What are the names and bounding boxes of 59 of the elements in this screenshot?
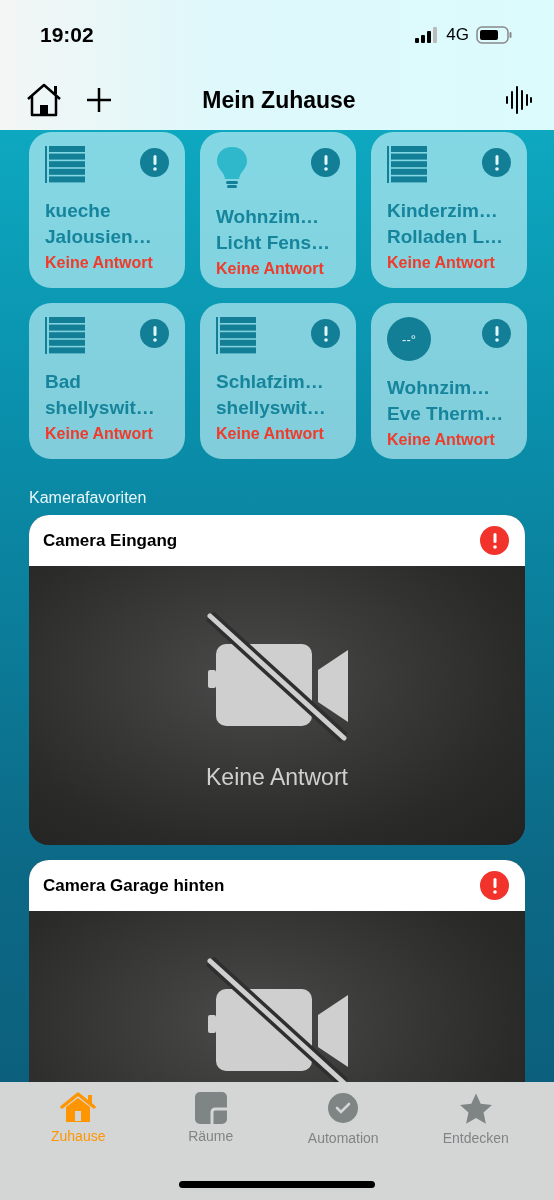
blinds-icon	[387, 146, 427, 184]
accessory-status: Keine Antwort	[387, 430, 496, 450]
accessory-tile[interactable]: Wohnzim… Licht Fens… Keine Antwort	[200, 132, 356, 288]
accessory-name: shellyswit…	[216, 396, 327, 420]
signal-icon	[415, 27, 440, 43]
camera-title: Camera Garage hinten	[43, 875, 225, 896]
exclamation-icon	[491, 532, 498, 549]
home-button[interactable]	[26, 83, 62, 117]
voice-button[interactable]	[506, 85, 532, 115]
tab-item[interactable]: Räume	[150, 1092, 271, 1146]
page-title: Mein Zuhause	[201, 86, 357, 114]
clock-check-icon	[326, 1092, 361, 1126]
section-title: Kamerafavoriten	[29, 489, 148, 507]
accessory-status: Keine Antwort	[387, 253, 496, 273]
accessory-tile[interactable]: kueche Jalousien… Keine Antwort	[29, 132, 185, 288]
accessory-tile[interactable]: --° Wohnzim… Eve Therm… Keine Antwort	[371, 303, 527, 459]
accessory-tile[interactable]: Bad shellyswit… Keine Antwort	[29, 303, 185, 459]
status-time: 19:02	[40, 23, 94, 47]
accessory-name: Eve Therm…	[387, 402, 505, 426]
camera-card[interactable]: Camera Garage hinten	[29, 860, 525, 1082]
exclamation-icon	[493, 325, 500, 342]
exclamation-icon	[322, 325, 329, 342]
accessory-room: Wohnzim…	[387, 376, 492, 400]
camera-status: Keine Antwort	[206, 764, 348, 791]
accessory-tile[interactable]: Kinderzim… Rolladen L… Keine Antwort	[371, 132, 527, 288]
accessory-status: Keine Antwort	[45, 424, 154, 444]
accessory-room: Kinderzim…	[387, 199, 499, 223]
camera-title: Camera Eingang	[43, 530, 178, 551]
network-label: 4G	[446, 25, 469, 45]
rooms-icon	[194, 1092, 227, 1124]
accessory-room: Wohnzim…	[216, 205, 321, 229]
accessory-name: Jalousien…	[45, 225, 153, 249]
tab-item[interactable]: Automation	[283, 1092, 404, 1146]
camera-card[interactable]: Camera Eingang Keine Antwort	[29, 515, 525, 845]
accessory-name: Licht Fens…	[216, 231, 331, 255]
blinds-icon	[216, 317, 256, 355]
tab-item[interactable]: Zuhause	[18, 1092, 139, 1146]
accessory-name: Rolladen L…	[387, 225, 505, 249]
tab-item[interactable]: Entdecken	[415, 1092, 536, 1146]
accessory-status: Keine Antwort	[216, 259, 325, 279]
add-button[interactable]	[86, 87, 112, 113]
battery-icon	[476, 26, 512, 44]
exclamation-icon	[151, 154, 158, 171]
accessory-room: Bad	[45, 370, 82, 394]
accessory-room: kueche	[45, 199, 112, 223]
accessory-status: Keine Antwort	[216, 424, 325, 444]
exclamation-icon	[151, 325, 158, 342]
accessory-status: Keine Antwort	[45, 253, 154, 273]
blinds-icon	[45, 146, 85, 184]
blinds-icon	[45, 317, 85, 355]
exclamation-icon	[322, 154, 329, 171]
accessory-name: shellyswit…	[45, 396, 156, 420]
thermostat-reading: --°	[387, 317, 431, 361]
home-icon	[60, 1092, 97, 1124]
accessory-tile[interactable]: Schlafzim… shellyswit… Keine Antwort	[200, 303, 356, 459]
exclamation-icon	[493, 154, 500, 171]
light-bulb-icon	[216, 146, 248, 190]
accessory-room: Schlafzim…	[216, 370, 325, 394]
exclamation-icon	[491, 877, 498, 894]
